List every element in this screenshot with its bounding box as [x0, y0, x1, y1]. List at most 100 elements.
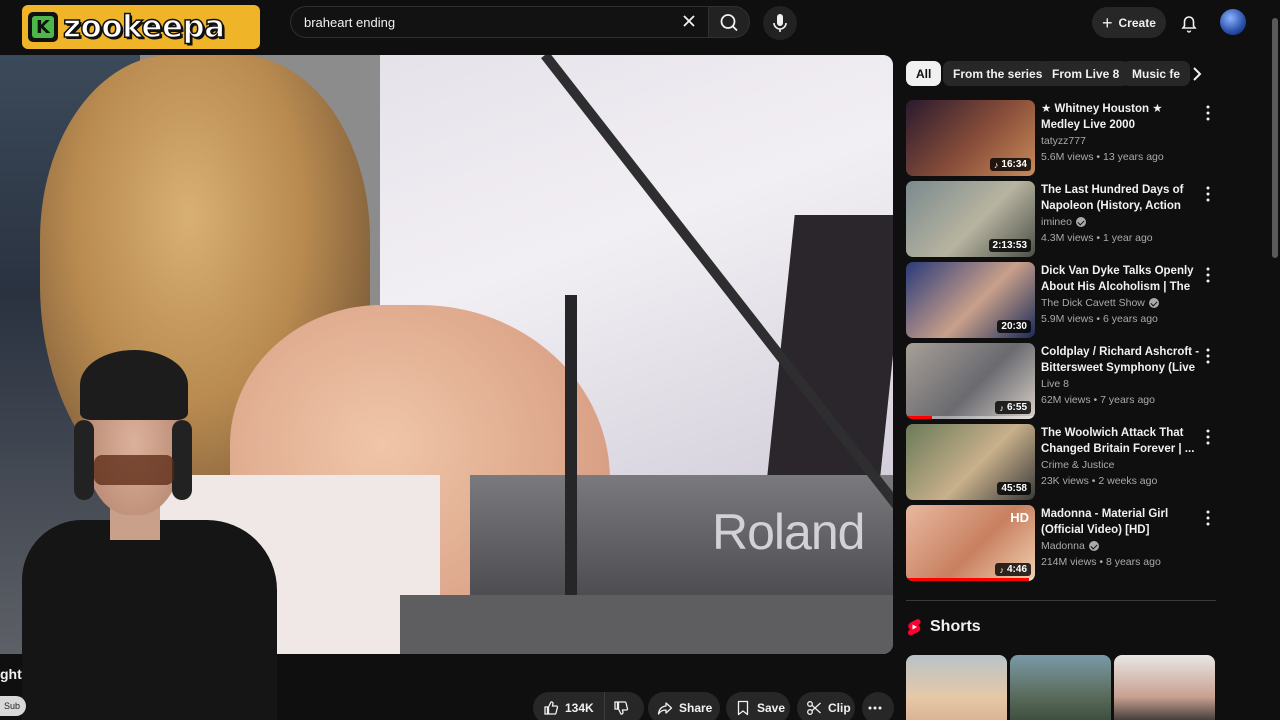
chip-music-festivals[interactable]: Music fe: [1122, 61, 1191, 86]
headphones-icon: [74, 420, 94, 500]
duration-badge: 45:58: [997, 482, 1031, 495]
account-avatar[interactable]: [1220, 9, 1246, 35]
channel-name-text: imineo: [1041, 216, 1072, 228]
duration-badge: ♪ 4:46: [995, 563, 1031, 576]
video-title[interactable]: ★ Whitney Houston ★ Medley Live 2000: [1041, 101, 1203, 133]
channel-name-text: Madonna: [1041, 540, 1085, 552]
logo-mark: K: [28, 12, 58, 42]
recommended-video[interactable]: ♪ 6:55 Coldplay / Richard Ashcroft - Bitte…: [906, 343, 1216, 419]
recommended-video[interactable]: HD ♪ 4:46 Madonna - Material Girl (Official…: [906, 505, 1216, 581]
video-meta: 5.6M views • 13 years ago: [1041, 151, 1164, 163]
duration-text: 4:46: [1006, 564, 1027, 575]
scrollbar-thumb[interactable]: [1272, 18, 1278, 258]
shorts-title: Shorts: [930, 618, 981, 635]
more-vertical-icon[interactable]: [1203, 347, 1213, 365]
video-title[interactable]: Madonna - Material Girl (Official Video)…: [1041, 506, 1203, 538]
bookmark-icon: [737, 700, 749, 716]
dislike-button[interactable]: [605, 692, 644, 720]
more-vertical-icon[interactable]: [1203, 266, 1213, 284]
video-thumbnail[interactable]: 45:58: [906, 424, 1035, 500]
keyboard-brand-text: Roland: [712, 504, 865, 560]
share-label: Share: [679, 701, 713, 715]
channel-name[interactable]: The Dick Cavett Show: [1041, 297, 1159, 309]
video-thumbnail[interactable]: ♪ 16:34: [906, 100, 1035, 176]
recommended-video[interactable]: 20:30 Dick Van Dyke Talks Openly About Hi…: [906, 262, 1216, 338]
thumbs-down-icon: [614, 701, 629, 715]
channel-name-text: The Dick Cavett Show: [1041, 297, 1145, 309]
like-button[interactable]: 134K: [533, 692, 605, 720]
channel-name-text: Live 8: [1041, 378, 1070, 390]
video-floor: [400, 595, 893, 654]
like-dislike-group: 134K: [533, 692, 644, 720]
save-label: Save: [757, 701, 786, 715]
chevron-right-icon[interactable]: [1186, 63, 1208, 85]
save-button[interactable]: Save: [726, 692, 790, 720]
video-thumbnail[interactable]: HD ♪ 4:46: [906, 505, 1035, 581]
channel-name[interactable]: imineo: [1041, 216, 1086, 228]
video-title[interactable]: Coldplay / Richard Ashcroft - Bitterswee…: [1041, 344, 1203, 376]
scissors-icon: [807, 701, 821, 715]
facecam-sunglasses: [94, 455, 174, 485]
chip-from-live-8[interactable]: From Live 8: [1042, 61, 1130, 86]
clip-button[interactable]: Clip: [797, 692, 855, 720]
channel-name[interactable]: Crime & Justice: [1041, 459, 1115, 471]
thumbs-up-icon: [544, 701, 559, 715]
short-thumbnail[interactable]: [1114, 655, 1215, 720]
share-button[interactable]: Share: [648, 692, 720, 720]
search-button[interactable]: [708, 6, 750, 38]
watch-progress-bar: [906, 416, 1035, 419]
more-horizontal-icon: [868, 706, 882, 710]
more-vertical-icon[interactable]: [1203, 428, 1213, 446]
channel-name[interactable]: Live 8: [1041, 378, 1069, 390]
duration-badge: 20:30: [997, 320, 1031, 333]
recommended-video[interactable]: 2:13:53 The Last Hundred Days of Napoleon…: [906, 181, 1216, 257]
top-bar: K zookeepa braheart ending + Create: [0, 0, 1280, 49]
video-meta: 5.9M views • 6 years ago: [1041, 313, 1158, 325]
channel-name[interactable]: tatyzz777: [1041, 135, 1086, 147]
recommended-video[interactable]: ♪ 16:34 ★ Whitney Houston ★ Medley Live 20…: [906, 100, 1216, 176]
video-title[interactable]: The Woolwich Attack That Changed Britain…: [1041, 425, 1203, 457]
streamer-facecam: ght Sub: [0, 350, 280, 720]
search-query: braheart ending: [304, 15, 396, 30]
microphone-icon: [773, 14, 787, 32]
recommended-video[interactable]: 45:58 The Woolwich Attack That Changed Br…: [906, 424, 1216, 500]
chip-all[interactable]: All: [906, 61, 942, 86]
video-thumbnail[interactable]: 20:30: [906, 262, 1035, 338]
video-thumbnail[interactable]: ♪ 6:55: [906, 343, 1035, 419]
voice-search-button[interactable]: [763, 6, 797, 40]
video-title-fragment: ght: [0, 666, 22, 682]
channel-logo[interactable]: K zookeepa: [22, 5, 260, 49]
more-vertical-icon[interactable]: [1203, 509, 1213, 527]
search-input[interactable]: braheart ending: [290, 6, 710, 38]
create-label: Create: [1118, 15, 1156, 30]
chip-from-the-series[interactable]: From the series: [943, 61, 1053, 86]
section-divider: [906, 600, 1216, 601]
more-vertical-icon[interactable]: [1203, 185, 1213, 203]
video-meta: 62M views • 7 years ago: [1041, 394, 1155, 406]
watch-progress-bar: [906, 578, 1035, 581]
duration-badge: ♪ 6:55: [995, 401, 1031, 414]
duration-badge: 2:13:53: [988, 239, 1031, 252]
video-title[interactable]: Dick Van Dyke Talks Openly About His Alc…: [1041, 263, 1203, 295]
close-icon[interactable]: [680, 12, 700, 32]
video-meta: 214M views • 8 years ago: [1041, 556, 1161, 568]
duration-text: 20:30: [1001, 321, 1027, 332]
hd-badge: HD: [1010, 510, 1029, 525]
facecam-torso: [22, 520, 277, 720]
more-actions-button[interactable]: [862, 692, 894, 720]
search-icon: [720, 14, 738, 32]
video-title[interactable]: The Last Hundred Days of Napoleon (Histo…: [1041, 182, 1203, 214]
more-vertical-icon[interactable]: [1203, 104, 1213, 122]
channel-name-text: tatyzz777: [1041, 135, 1086, 147]
notifications-bell-icon[interactable]: [1178, 12, 1200, 34]
shorts-icon: [907, 619, 921, 636]
clip-label: Clip: [828, 701, 851, 715]
subscribe-button[interactable]: Sub: [0, 696, 26, 716]
like-count: 134K: [565, 701, 594, 715]
video-thumbnail[interactable]: 2:13:53: [906, 181, 1035, 257]
create-button[interactable]: + Create: [1092, 7, 1166, 38]
channel-name[interactable]: Madonna: [1041, 540, 1099, 552]
short-thumbnail[interactable]: [1010, 655, 1111, 720]
short-thumbnail[interactable]: [906, 655, 1007, 720]
duration-text: 6:55: [1006, 402, 1027, 413]
